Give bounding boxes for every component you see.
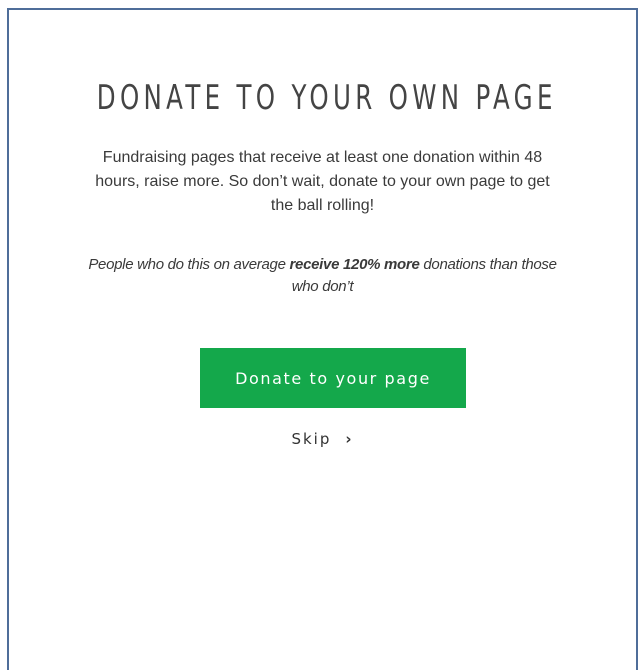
stat-prefix: People who do this on average bbox=[88, 256, 290, 273]
donate-dialog: DONATE TO YOUR OWN PAGE Fundraising page… bbox=[7, 8, 638, 670]
chevron-right-icon: › bbox=[345, 430, 354, 448]
skip-label: Skip bbox=[291, 430, 332, 448]
stat-emphasis: receive 120% more bbox=[289, 256, 420, 273]
dialog-stat: People who do this on average receive 12… bbox=[79, 254, 566, 298]
donate-button[interactable]: Donate to your page bbox=[200, 348, 466, 408]
dialog-description: Fundraising pages that receive at least … bbox=[95, 149, 550, 214]
skip-link[interactable]: Skip › bbox=[9, 430, 636, 448]
dialog-title: DONATE TO YOUR OWN PAGE bbox=[96, 78, 557, 118]
